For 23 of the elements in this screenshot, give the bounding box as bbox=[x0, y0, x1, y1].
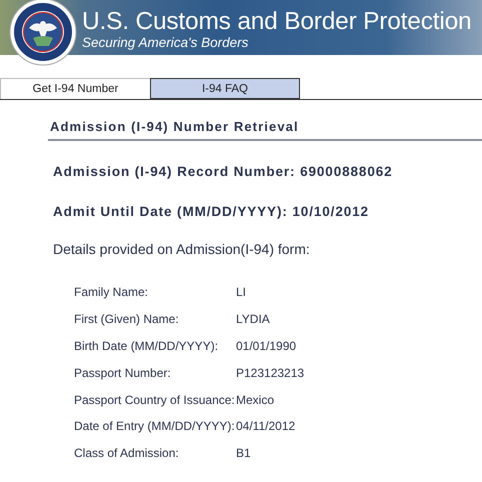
details-intro: Details provided on Admission(I-94) form: bbox=[53, 240, 311, 259]
field-value: 04/11/2012 bbox=[236, 418, 296, 436]
tab[interactable]: I-94 FAQ bbox=[150, 78, 300, 99]
field-label: First (Given) Name: bbox=[74, 311, 180, 328]
tab[interactable]: Get I-94 Number bbox=[0, 78, 150, 99]
field-label: Birth Date (MM/DD/YYYY): bbox=[74, 338, 220, 355]
site-tagline: Securing America's Borders bbox=[82, 35, 250, 50]
field-label: Class of Admission: bbox=[74, 445, 180, 462]
field-label: Passport Number: bbox=[74, 364, 172, 382]
field-label: Date of Entry (MM/DD/YYYY): bbox=[74, 418, 236, 436]
site-title: U.S. Customs and Border Protection bbox=[82, 9, 472, 35]
seal-icon bbox=[9, 0, 77, 66]
field-value: LI bbox=[236, 284, 246, 302]
field-label: Family Name: bbox=[74, 284, 150, 302]
record-number: Admission (I-94) Record Number: 69000888062 bbox=[53, 162, 394, 181]
field-label: Passport Country of Issuance: bbox=[74, 392, 236, 409]
field-value: B1 bbox=[236, 445, 251, 462]
admit-until-date: Admit Until Date (MM/DD/YYYY): 10/10/2012 bbox=[53, 202, 370, 221]
field-value: LYDIA bbox=[236, 311, 270, 328]
field-value: 01/01/1990 bbox=[236, 338, 296, 355]
field-value: P123123213 bbox=[236, 364, 304, 382]
field-value: Mexico bbox=[236, 392, 274, 409]
section-title: Admission (I-94) Number Retrieval bbox=[48, 117, 482, 140]
